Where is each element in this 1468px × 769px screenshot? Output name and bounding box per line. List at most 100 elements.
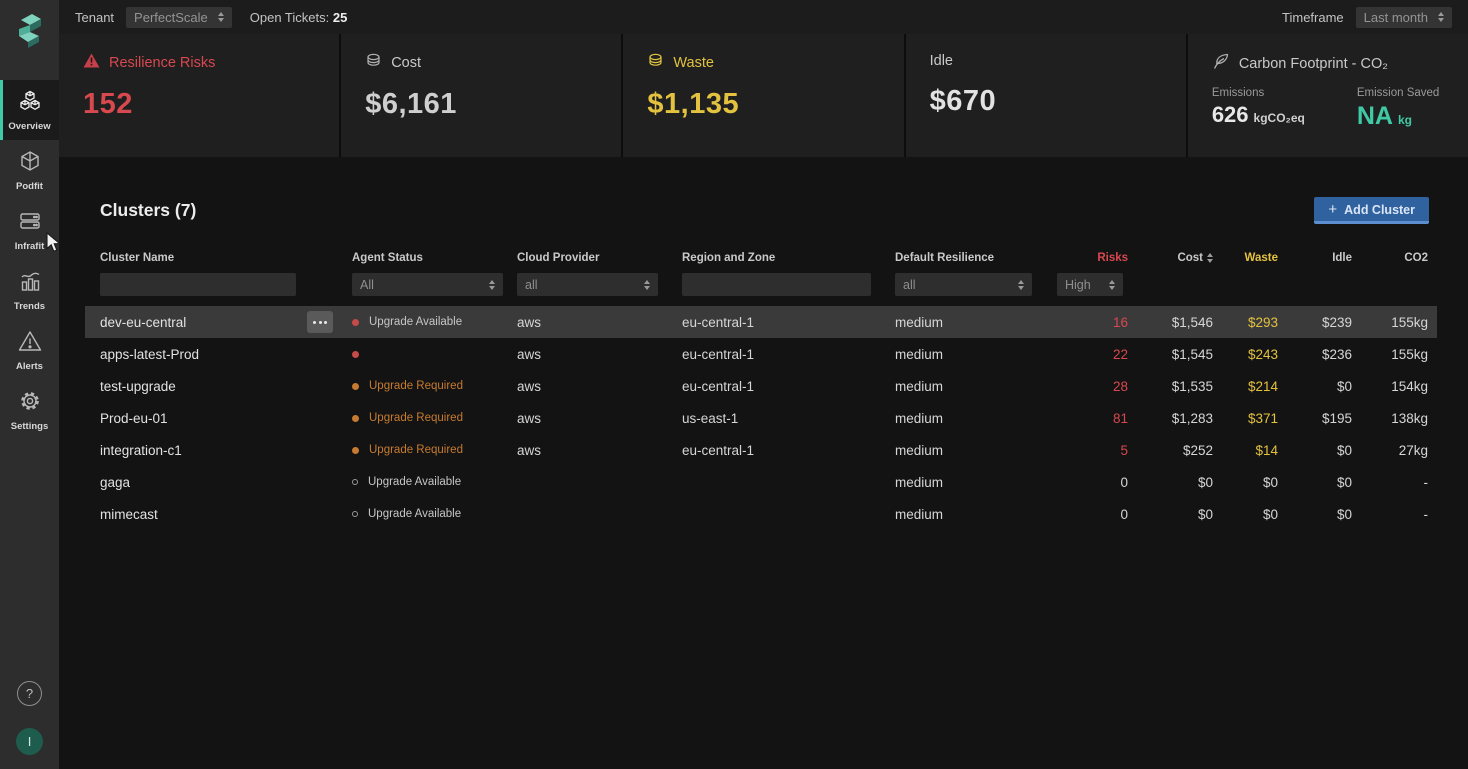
table-filter-row: All all all High (85, 273, 1437, 296)
co2-cell: 154kg (1352, 379, 1437, 394)
cluster-name: gaga (100, 475, 130, 490)
risks-cell: 22 (1057, 347, 1128, 362)
sidebar: Overview Podfit Infrafit (0, 0, 59, 769)
coins-icon (647, 53, 664, 72)
carbon-footprint-card: Carbon Footprint - CO₂ Emissions 626 kgC… (1188, 34, 1468, 157)
cloud-provider-cell: aws (517, 379, 682, 394)
cluster-name-cell: apps-latest-Prod (100, 347, 352, 362)
agent-status-dot (352, 511, 358, 517)
col-header-cost-sort[interactable]: Cost (1128, 252, 1213, 264)
open-tickets: Open Tickets: 25 (250, 10, 348, 25)
agent-status-label: Upgrade Required (369, 380, 463, 392)
tenant-select[interactable]: PerfectScale (126, 7, 232, 28)
waste-value: $1,135 (647, 88, 879, 121)
col-header-co2: CO2 (1352, 252, 1437, 264)
waste-card: Waste $1,135 (623, 34, 903, 157)
add-cluster-button[interactable]: + Add Cluster (1314, 197, 1429, 224)
idle-cell: $0 (1278, 443, 1352, 458)
agent-status-cell: Upgrade Available (352, 508, 517, 520)
cluster-name-cell: gaga (100, 475, 352, 490)
open-tickets-label: Open Tickets: (250, 10, 329, 25)
cloud-provider-filter-select[interactable]: all (517, 273, 658, 296)
risks-cell: 5 (1057, 443, 1128, 458)
cluster-name: test-upgrade (100, 379, 176, 394)
coins-icon (365, 53, 382, 72)
table-row[interactable]: dev-eu-centralUpgrade Availableawseu-cen… (85, 306, 1437, 338)
table-row[interactable]: apps-latest-Prodawseu-central-1medium22$… (85, 338, 1437, 370)
risks-cell: 28 (1057, 379, 1128, 394)
emission-saved-label: Emission Saved (1357, 87, 1439, 99)
waste-cell: $214 (1213, 379, 1278, 394)
waste-cell: $0 (1213, 475, 1278, 490)
waste-cell: $243 (1213, 347, 1278, 362)
cluster-name-cell: mimecast (100, 507, 352, 522)
warning-triangle-icon (83, 53, 100, 72)
cube-icon (18, 149, 42, 178)
select-arrows-icon (1018, 280, 1024, 290)
sidebar-item-podfit[interactable]: Podfit (0, 140, 59, 200)
resilience-risks-value: 152 (83, 88, 315, 121)
timeframe-select[interactable]: Last month (1356, 7, 1452, 28)
open-tickets-value: 25 (333, 10, 347, 25)
table-row[interactable]: gagaUpgrade Availablemedium0$0$0$0- (85, 466, 1437, 498)
agent-status-filter-select[interactable]: All (352, 273, 503, 296)
cost-cell: $0 (1128, 507, 1213, 522)
table-row[interactable]: Prod-eu-01Upgrade Requiredawsus-east-1me… (85, 402, 1437, 434)
timeframe-select-value: Last month (1364, 10, 1428, 25)
clusters-title: Clusters (7) (100, 200, 196, 221)
agent-status-dot (352, 351, 359, 358)
cluster-name-filter-input[interactable] (100, 273, 296, 296)
default-resilience-filter-select[interactable]: all (895, 273, 1032, 296)
waste-label: Waste (673, 55, 714, 71)
cloud-provider-cell: aws (517, 315, 682, 330)
region-zone-cell: eu-central-1 (682, 379, 895, 394)
user-avatar[interactable]: I (16, 728, 43, 755)
co2-cell: - (1352, 507, 1437, 522)
risks-cell: 81 (1057, 411, 1128, 426)
cloud-provider-filter-value: all (525, 278, 538, 292)
col-header-default-resilience: Default Resilience (895, 252, 1057, 264)
sidebar-item-overview[interactable]: Overview (0, 80, 59, 140)
region-zone-filter-input[interactable] (682, 273, 871, 296)
sidebar-item-trends[interactable]: Trends (0, 260, 59, 320)
idle-cell: $236 (1278, 347, 1352, 362)
cluster-name: dev-eu-central (100, 315, 186, 330)
table-row[interactable]: test-upgrade Upgrade Required awseu-centra… (85, 370, 1437, 402)
col-header-risks: Risks (1057, 252, 1128, 264)
co2-cell: 155kg (1352, 315, 1437, 330)
cost-cell: $1,535 (1128, 379, 1213, 394)
emissions-unit: kgCO₂eq (1254, 111, 1305, 125)
col-header-cluster-name: Cluster Name (100, 252, 352, 264)
cost-card: Cost $6,161 (341, 34, 621, 157)
default-resilience-cell: medium (895, 315, 1057, 330)
sidebar-item-settings[interactable]: Settings (0, 380, 59, 440)
select-arrows-icon (644, 280, 650, 290)
cloud-provider-cell: aws (517, 347, 682, 362)
sidebar-item-infrafit[interactable]: Infrafit (0, 200, 59, 260)
agent-status-label: Upgrade Available (368, 508, 461, 520)
agent-status-cell: Upgrade Required (352, 380, 517, 392)
resilience-risks-card: Resilience Risks 152 (59, 34, 339, 157)
col-header-region-zone: Region and Zone (682, 252, 895, 264)
idle-value: $670 (930, 85, 1162, 118)
co2-cell: 155kg (1352, 347, 1437, 362)
gear-icon (18, 389, 42, 418)
table-row[interactable]: mimecastUpgrade Availablemedium0$0$0$0- (85, 498, 1437, 530)
help-button[interactable]: ? (17, 681, 42, 706)
cluster-name-cell: dev-eu-central (100, 311, 352, 333)
sidebar-item-alerts[interactable]: Alerts (0, 320, 59, 380)
perfectscale-logo-icon (0, 0, 59, 62)
region-zone-cell: us-east-1 (682, 411, 895, 426)
waste-cell: $14 (1213, 443, 1278, 458)
table-row[interactable]: integration-c1Upgrade Requiredawseu-cent… (85, 434, 1437, 466)
agent-status-dot (352, 383, 359, 390)
co2-cell: - (1352, 475, 1437, 490)
cluster-name: integration-c1 (100, 443, 182, 458)
risks-filter-select[interactable]: High (1057, 273, 1123, 296)
agent-status-cell: Upgrade Available (352, 476, 517, 488)
sidebar-item-label: Podfit (16, 181, 43, 192)
select-arrows-icon (218, 12, 224, 22)
row-menu-button[interactable] (307, 311, 333, 333)
default-resilience-cell: medium (895, 443, 1057, 458)
idle-cell: $0 (1278, 475, 1352, 490)
